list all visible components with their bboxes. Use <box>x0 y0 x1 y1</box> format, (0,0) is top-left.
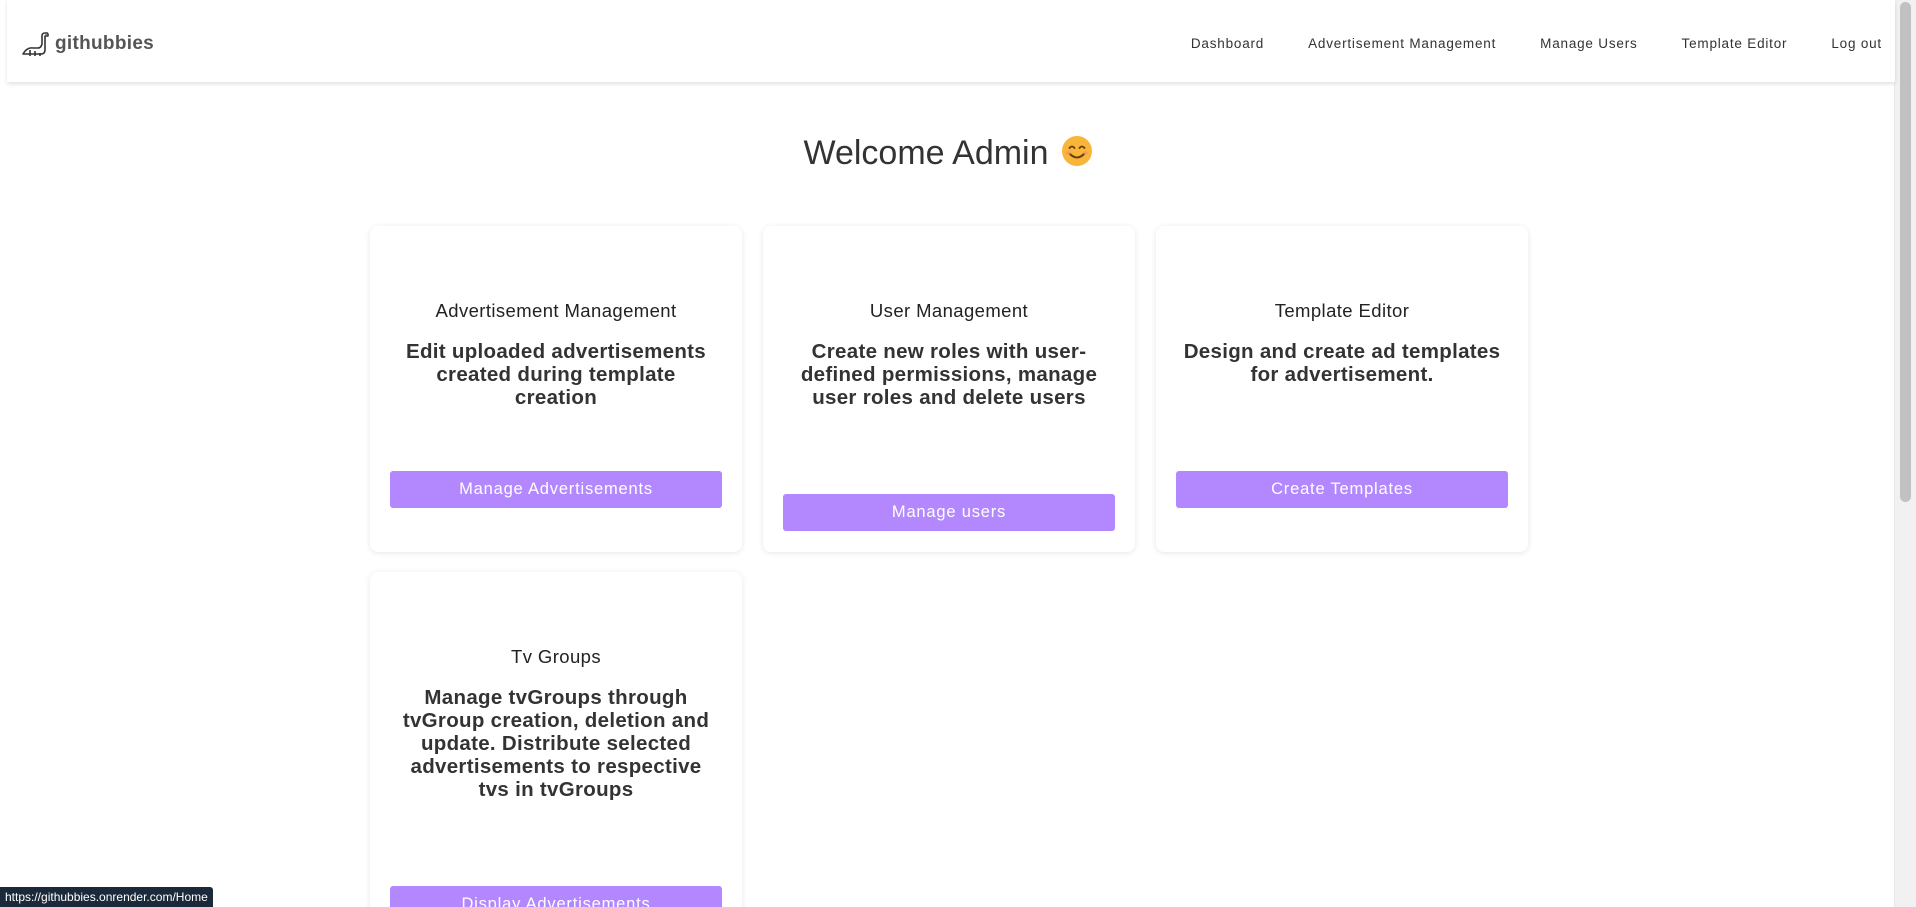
card-advertisement-management: Advertisement Management Edit uploaded a… <box>370 226 742 552</box>
status-bar-url: https://githubbies.onrender.com/Home <box>0 887 213 907</box>
vertical-scrollbar[interactable] <box>1894 0 1916 907</box>
display-advertisements-button[interactable]: Display Advertisements <box>390 886 722 907</box>
manage-advertisements-button[interactable]: Manage Advertisements <box>390 471 722 508</box>
create-templates-button[interactable]: Create Templates <box>1176 471 1508 508</box>
card-template-editor: Template Editor Design and create ad tem… <box>1156 226 1528 552</box>
dinosaur-logo-icon <box>22 32 49 56</box>
brand-logo-link[interactable]: githubbies <box>21 30 154 58</box>
nav-link-log-out[interactable]: Log out <box>1831 36 1882 51</box>
card-tv-groups: Tv Groups Manage tvGroups through tvGrou… <box>370 572 742 907</box>
card-description: Manage tvGroups through tvGroup creation… <box>402 686 710 801</box>
nav-link-manage-users[interactable]: Manage Users <box>1540 36 1637 51</box>
top-navbar: githubbies Dashboard Advertisement Manag… <box>7 0 1895 82</box>
card-description: Edit uploaded advertisements created dur… <box>405 340 707 409</box>
card-title: Advertisement Management <box>435 300 677 321</box>
page: githubbies Dashboard Advertisement Manag… <box>0 0 1916 907</box>
nav-link-advertisement-management[interactable]: Advertisement Management <box>1308 36 1496 51</box>
card-description: Create new roles with user-defined permi… <box>800 340 1098 409</box>
smiling-face-icon <box>1061 136 1092 166</box>
welcome-heading: Welcome Admin <box>0 134 1896 173</box>
card-title: Template Editor <box>1274 300 1410 321</box>
card-title: User Management <box>869 300 1029 321</box>
brand-name: githubbies <box>55 33 155 54</box>
welcome-text: Welcome Admin <box>803 134 1049 172</box>
nav-link-dashboard[interactable]: Dashboard <box>1191 36 1264 51</box>
nav-link-template-editor[interactable]: Template Editor <box>1682 36 1788 51</box>
card-title: Tv Groups <box>511 646 601 667</box>
card-user-management: User Management Create new roles with us… <box>763 226 1135 552</box>
nav-links: Dashboard Advertisement Management Manag… <box>1191 36 1882 51</box>
card-description: Design and create ad templates for adver… <box>1183 340 1501 386</box>
scrollbar-thumb[interactable] <box>1900 2 1911 502</box>
manage-users-button[interactable]: Manage users <box>783 494 1115 531</box>
